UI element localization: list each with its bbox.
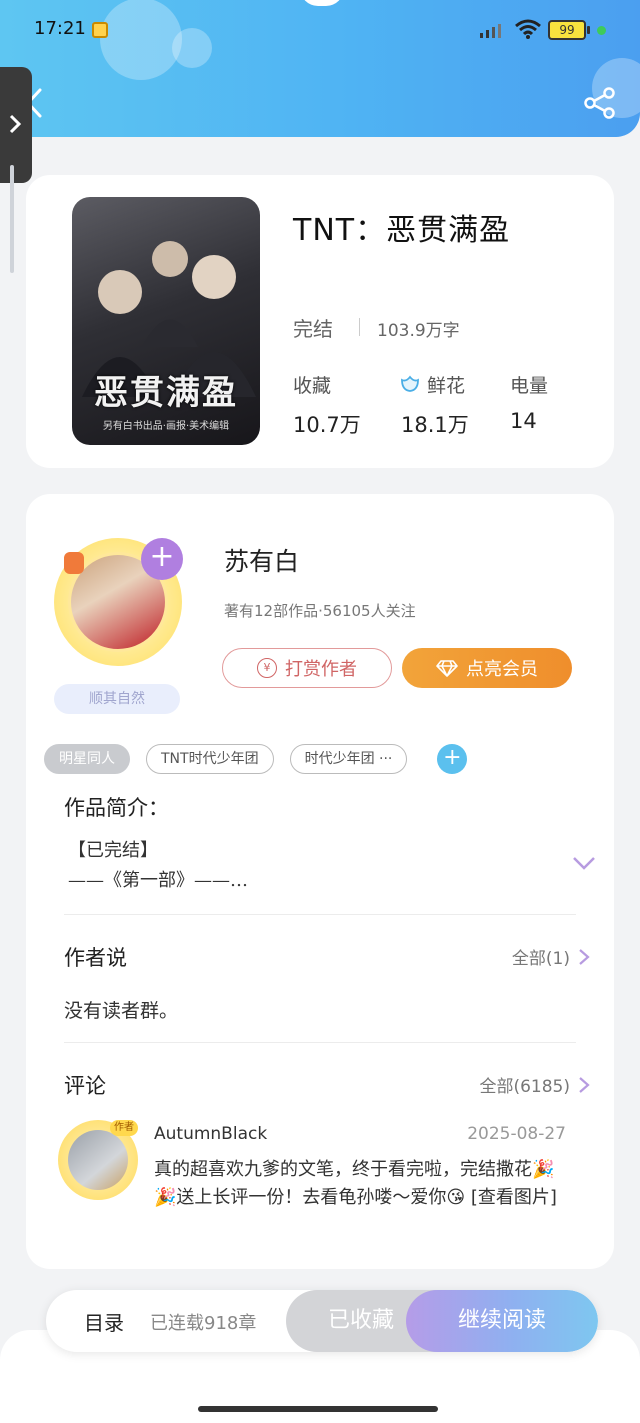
flower-icon: [401, 375, 419, 392]
book-cover[interactable]: 恶贯满盈 另有白书出品·画报·美术编辑: [72, 197, 260, 445]
author-name[interactable]: 苏有白: [224, 542, 299, 578]
vip-membership-label: 点亮会员: [466, 659, 538, 680]
author-says-text: 没有读者群。: [64, 1000, 179, 1022]
signal-icon: [480, 24, 501, 38]
chevron-right-icon: [579, 948, 590, 965]
author-badge: 顺其自然: [54, 684, 180, 714]
comment-date: 2025-08-27: [467, 1124, 566, 1144]
share-icon[interactable]: [583, 86, 617, 120]
divider: [64, 1042, 576, 1043]
side-scroll-indicator: [10, 165, 14, 273]
status-dot: [597, 26, 606, 35]
stat-value-favorites: 10.7万: [293, 413, 361, 437]
tag-item[interactable]: TNT时代少年团: [146, 744, 274, 774]
author-says-more-link[interactable]: 全部(1): [512, 944, 590, 969]
follow-author-button[interactable]: +: [141, 538, 183, 580]
toc-button[interactable]: 目录: [84, 1307, 124, 1336]
author-details-card: + 顺其自然 苏有白 著有12部作品·56105人关注 ¥ 打赏作者 点亮会员 …: [26, 494, 614, 1269]
stat-value-power: 14: [510, 409, 537, 433]
stat-label-favorites: 收藏: [293, 375, 332, 397]
bottom-action-bar: 目录 已连载918章 已收藏 继续阅读: [46, 1290, 598, 1352]
battery-tip: [587, 26, 590, 34]
tag-item[interactable]: 明星同人: [44, 744, 130, 774]
stat-label-flowers: 鲜花: [427, 375, 466, 397]
commenter-badge: 作者: [110, 1120, 138, 1136]
chapter-count[interactable]: 已连载918章: [150, 1309, 256, 1335]
divider: [64, 914, 576, 915]
comment-text[interactable]: 真的超喜欢九爹的文笔，终于看完啦，完结撒花🎉🎉送上长评一份！去看龟孙喽～爱你😘 …: [154, 1156, 574, 1212]
reward-author-button[interactable]: ¥ 打赏作者: [222, 648, 392, 688]
continue-reading-button[interactable]: 继续阅读: [406, 1290, 598, 1352]
comments-more-link[interactable]: 全部(6185): [479, 1072, 590, 1097]
commenter-name[interactable]: AutumnBlack: [154, 1124, 267, 1144]
commenter-avatar-frame[interactable]: 作者: [58, 1120, 138, 1200]
reward-author-label: 打赏作者: [285, 659, 357, 680]
wifi-icon: [515, 19, 541, 39]
intro-text[interactable]: 【已完结】 ——《第一部》——…: [68, 836, 248, 896]
floating-side-tab[interactable]: [0, 67, 32, 183]
cover-subtitle: 另有白书出品·画报·美术编辑: [102, 421, 230, 432]
status-time: 17:21: [34, 18, 86, 39]
home-indicator[interactable]: [198, 1406, 438, 1412]
chevron-right-icon: [9, 114, 22, 134]
comments-more-label: 全部(6185): [479, 1077, 570, 1097]
author-meta: 著有12部作品·56105人关注: [224, 602, 416, 620]
book-status: 完结: [293, 317, 333, 341]
notification-app-icon: [92, 22, 108, 38]
book-title: TNT：恶贯满盈: [293, 213, 511, 248]
tag-list: 明星同人 TNT时代少年团 时代少年团 ··· +: [44, 744, 468, 774]
stat-label-power: 电量: [510, 375, 549, 397]
chevron-right-icon: [579, 1076, 590, 1093]
cover-title: 恶贯满盈: [94, 373, 238, 413]
status-bar: 17:21 99: [0, 0, 640, 60]
book-info-card: 恶贯满盈 另有白书出品·画报·美术编辑 TNT：恶贯满盈 完结 103.9万字 …: [26, 175, 614, 468]
book-word-count: 103.9万字: [377, 321, 460, 341]
diamond-icon: [436, 660, 458, 677]
intro-title: 作品简介：: [64, 796, 169, 820]
avatar-decoration: [64, 552, 84, 574]
battery-indicator: 99: [548, 20, 586, 40]
author-says-more-label: 全部(1): [511, 949, 570, 969]
divider: [359, 318, 360, 336]
author-says-title: 作者说: [64, 946, 127, 970]
chevron-down-icon[interactable]: [571, 854, 597, 872]
tag-item[interactable]: 时代少年团 ···: [289, 744, 408, 774]
stat-value-flowers: 18.1万: [401, 413, 469, 437]
comments-title: 评论: [64, 1074, 106, 1098]
yen-coin-icon: ¥: [257, 658, 277, 678]
avatar: [68, 1130, 128, 1190]
vip-membership-button[interactable]: 点亮会员: [402, 648, 572, 688]
add-tag-button[interactable]: +: [437, 744, 468, 774]
